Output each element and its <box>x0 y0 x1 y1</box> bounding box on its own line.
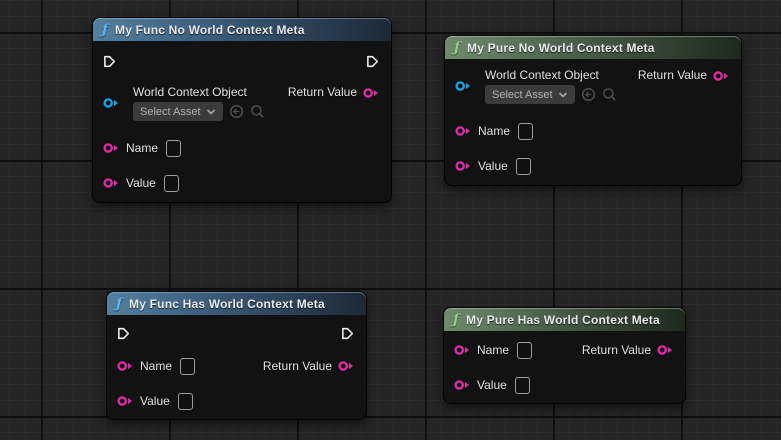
function-icon: ƒ <box>116 297 122 311</box>
string-pin-return-value[interactable] <box>713 70 729 82</box>
chevron-down-icon <box>558 91 568 99</box>
exec-in-pin[interactable] <box>117 327 130 340</box>
input-name: Name <box>454 342 532 359</box>
browse-asset-icon[interactable] <box>250 104 265 119</box>
string-pin-value[interactable] <box>455 160 471 172</box>
name-input[interactable] <box>180 358 195 375</box>
pin-label-return-value: Return Value <box>288 85 357 100</box>
pin-label-world-context: World Context Object <box>133 85 265 100</box>
string-pin-return-value[interactable] <box>657 344 673 356</box>
exec-out-pin[interactable] <box>366 55 379 68</box>
name-input[interactable] <box>166 140 181 157</box>
node-title: My Pure No World Context Meta <box>467 41 655 55</box>
value-input[interactable] <box>515 377 530 394</box>
chevron-down-icon <box>206 108 216 116</box>
pin-label-value: Value <box>140 394 170 409</box>
node-title: My Func Has World Context Meta <box>129 297 325 311</box>
node-my-pure-has-world-context-meta[interactable]: ƒ My Pure Has World Context Meta Name Re… <box>443 307 686 404</box>
name-input[interactable] <box>518 123 533 140</box>
exec-in-pin[interactable] <box>103 55 116 68</box>
pin-label-return-value: Return Value <box>638 68 707 83</box>
pin-label-name: Name <box>478 124 510 139</box>
use-selected-icon[interactable] <box>229 104 244 119</box>
node-header[interactable]: ƒ My Func No World Context Meta <box>93 18 391 41</box>
function-icon: ƒ <box>102 23 108 37</box>
select-asset-label: Select Asset <box>140 106 201 118</box>
name-input[interactable] <box>517 342 532 359</box>
function-icon: ƒ <box>453 313 459 327</box>
string-pin-name[interactable] <box>117 360 133 372</box>
pin-label-name: Name <box>140 359 172 374</box>
output-return-value: Return Value <box>263 359 354 374</box>
string-pin-return-value[interactable] <box>363 87 379 99</box>
string-pin-value[interactable] <box>454 379 470 391</box>
string-pin-value[interactable] <box>117 395 133 407</box>
input-name: Name <box>117 358 195 375</box>
output-return-value: Return Value <box>582 343 673 358</box>
select-asset-dropdown[interactable]: Select Asset <box>485 85 575 104</box>
string-pin-name[interactable] <box>454 344 470 356</box>
node-my-func-has-world-context-meta[interactable]: ƒ My Func Has World Context Meta Name <box>106 291 367 420</box>
pin-label-value: Value <box>478 159 508 174</box>
pin-label-value: Value <box>477 378 507 393</box>
node-my-pure-no-world-context-meta[interactable]: ƒ My Pure No World Context Meta World Co… <box>444 35 742 186</box>
pin-label-world-context: World Context Object <box>485 68 617 83</box>
node-my-func-no-world-context-meta[interactable]: ƒ My Func No World Context Meta World <box>92 17 392 203</box>
select-asset-dropdown[interactable]: Select Asset <box>133 102 223 121</box>
browse-asset-icon[interactable] <box>602 87 617 102</box>
object-pin-world-context[interactable] <box>103 97 119 109</box>
string-pin-value[interactable] <box>103 177 119 189</box>
exec-out-pin[interactable] <box>341 327 354 340</box>
select-asset-label: Select Asset <box>492 89 553 101</box>
output-return-value: Return Value <box>288 85 379 100</box>
value-input[interactable] <box>164 175 179 192</box>
node-header[interactable]: ƒ My Func Has World Context Meta <box>107 292 366 315</box>
value-input[interactable] <box>516 158 531 175</box>
input-world-context: World Context Object Select Asset <box>455 68 617 104</box>
node-header[interactable]: ƒ My Pure Has World Context Meta <box>444 308 685 331</box>
string-pin-name[interactable] <box>103 142 119 154</box>
pin-label-name: Name <box>126 141 158 156</box>
string-pin-return-value[interactable] <box>338 360 354 372</box>
pin-label-return-value: Return Value <box>582 343 651 358</box>
use-selected-icon[interactable] <box>581 87 596 102</box>
string-pin-name[interactable] <box>455 125 471 137</box>
blueprint-canvas[interactable]: ƒ My Func No World Context Meta World <box>0 0 781 440</box>
node-title: My Pure Has World Context Meta <box>466 313 660 327</box>
input-world-context: World Context Object Select Asset <box>103 85 265 121</box>
value-input[interactable] <box>178 393 193 410</box>
function-icon: ƒ <box>454 41 460 55</box>
object-pin-world-context[interactable] <box>455 80 471 92</box>
node-header[interactable]: ƒ My Pure No World Context Meta <box>445 36 741 59</box>
pin-label-value: Value <box>126 176 156 191</box>
pin-label-name: Name <box>477 343 509 358</box>
output-return-value: Return Value <box>638 68 729 83</box>
node-title: My Func No World Context Meta <box>115 23 305 37</box>
pin-label-return-value: Return Value <box>263 359 332 374</box>
